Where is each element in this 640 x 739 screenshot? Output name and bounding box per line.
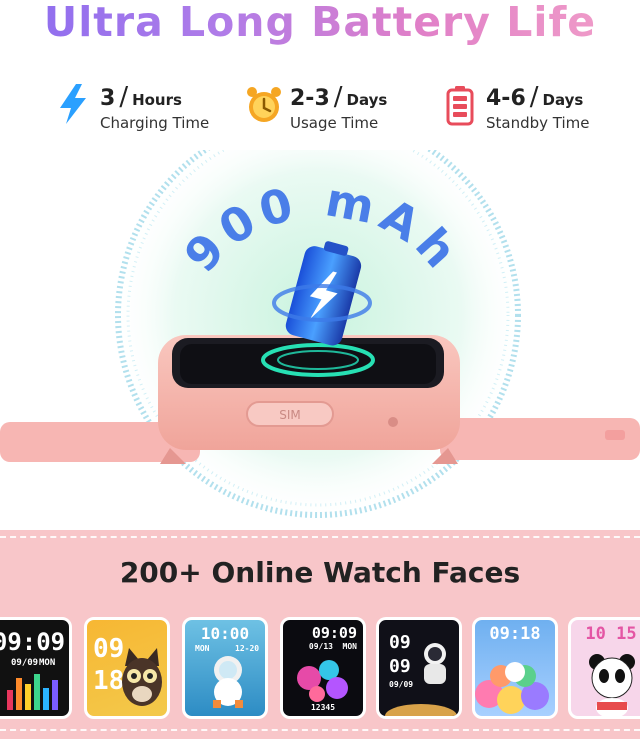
face-time: 09:09 — [0, 628, 66, 656]
face-time: 09 — [389, 656, 411, 677]
face-day: MON — [39, 658, 56, 668]
face-date: 09/13 — [308, 642, 333, 651]
face-date: 09/09 — [11, 658, 39, 668]
watch-face[interactable]: 09:09 09/13 MON 12345 — [280, 617, 366, 719]
stat-value: 2-3 — [290, 86, 330, 111]
stat-value: 4-6 — [486, 86, 526, 111]
watch-face[interactable]: 10 15 — [568, 617, 640, 719]
bubbles-illustration — [297, 660, 348, 702]
face-time: 09:18 — [489, 624, 541, 644]
panda-illustration — [589, 654, 635, 716]
face-time: 10:00 — [200, 624, 250, 643]
headline: Ultra Long Battery Life — [0, 0, 640, 46]
planet-shape — [385, 704, 457, 716]
stat-unit: Days — [346, 91, 388, 109]
face-day: MON — [342, 642, 357, 651]
battery-icon — [446, 86, 474, 126]
watch-face[interactable]: 09 09 09/09 — [376, 617, 462, 719]
stat-charging: 3/Hours Charging Time — [54, 82, 209, 132]
face-time: 10 15 — [585, 624, 637, 644]
divider — [0, 729, 640, 731]
stat-unit: Days — [542, 91, 584, 109]
faces-heading: 200+ Online Watch Faces — [119, 556, 521, 589]
lightning-icon — [60, 84, 86, 124]
watch-face[interactable]: 09:18 — [472, 617, 558, 719]
watch-face[interactable]: 10:00 MON 12-20 — [182, 617, 268, 719]
stat-value: 3 — [100, 86, 116, 111]
stat-label: Standby Time — [486, 114, 590, 132]
equalizer-bars — [7, 674, 58, 710]
divider — [0, 536, 640, 538]
stat-usage: 2-3/Days Usage Time — [244, 82, 387, 132]
face-steps: 12345 — [310, 703, 336, 712]
watch-face[interactable]: 09 18 — [84, 617, 170, 719]
watch-battery-illustration: 900 mAh SIM — [0, 150, 640, 520]
face-time: 09 — [389, 632, 411, 653]
pompoms-illustration — [475, 662, 549, 714]
face-time: 09:09 — [311, 624, 357, 642]
face-date: 09/09 — [389, 680, 414, 689]
stat-label: Charging Time — [100, 114, 210, 132]
stat-unit: Hours — [132, 91, 182, 109]
stat-standby: 4-6/Days Standby Time — [440, 82, 590, 132]
sim-label: SIM — [279, 408, 301, 422]
watch-face[interactable]: 09:09 09/09 MON — [0, 617, 72, 719]
astronaut-illustration — [424, 643, 446, 684]
diver-illustration — [213, 656, 243, 708]
alarm-clock-icon — [247, 87, 281, 122]
cat-illustration — [122, 648, 162, 706]
stat-label: Usage Time — [290, 114, 379, 132]
